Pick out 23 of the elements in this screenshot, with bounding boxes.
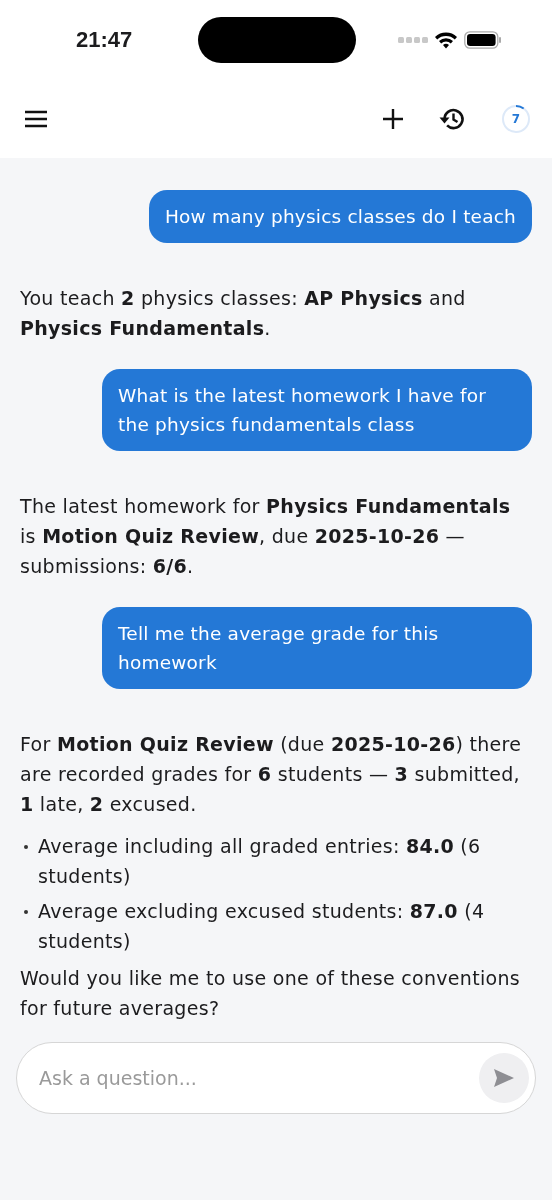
menu-icon[interactable] xyxy=(24,110,48,128)
wifi-icon xyxy=(434,31,458,49)
usage-counter[interactable]: 7 xyxy=(500,103,532,135)
assistant-message: Would you like me to use one of these conventions for future averages? xyxy=(20,966,521,1021)
send-icon xyxy=(493,1068,515,1088)
status-time: 21:47 xyxy=(76,27,134,53)
user-message: Tell me the average grade for this homework xyxy=(102,607,532,689)
history-icon[interactable] xyxy=(438,106,466,132)
question-input[interactable]: Ask a question... xyxy=(37,1066,479,1090)
battery-icon xyxy=(464,31,502,49)
question-field[interactable]: Ask a question... xyxy=(16,1042,536,1114)
assistant-message: You teach 2 physics classes: AP Physics and Physics Fundamentals. xyxy=(20,286,467,341)
user-message: What is the latest homework I have for the physics fundamentals class xyxy=(102,369,532,451)
send-button[interactable] xyxy=(479,1053,529,1103)
signal-icon xyxy=(398,37,428,43)
list-item: Average excluding excused students: 87.0 (4 students) xyxy=(38,899,486,954)
assistant-message: The latest homework for Physics Fundamentals is Motion Quiz Review, due 2025-10-26 — submissions: 6/6. xyxy=(20,494,512,579)
plus-icon[interactable] xyxy=(382,108,404,130)
user-message: How many physics classes do I teach xyxy=(149,190,532,243)
assistant-message: For Motion Quiz Review (due 2025-10-26) there are recorded grades for 6 students — 3 submitted, 1 late, 2 excused. xyxy=(20,732,523,817)
bullet-dot xyxy=(24,845,28,849)
bullet-dot xyxy=(24,910,28,914)
list-item: Average including all graded entries: 84.0 (6 students) xyxy=(38,834,482,889)
